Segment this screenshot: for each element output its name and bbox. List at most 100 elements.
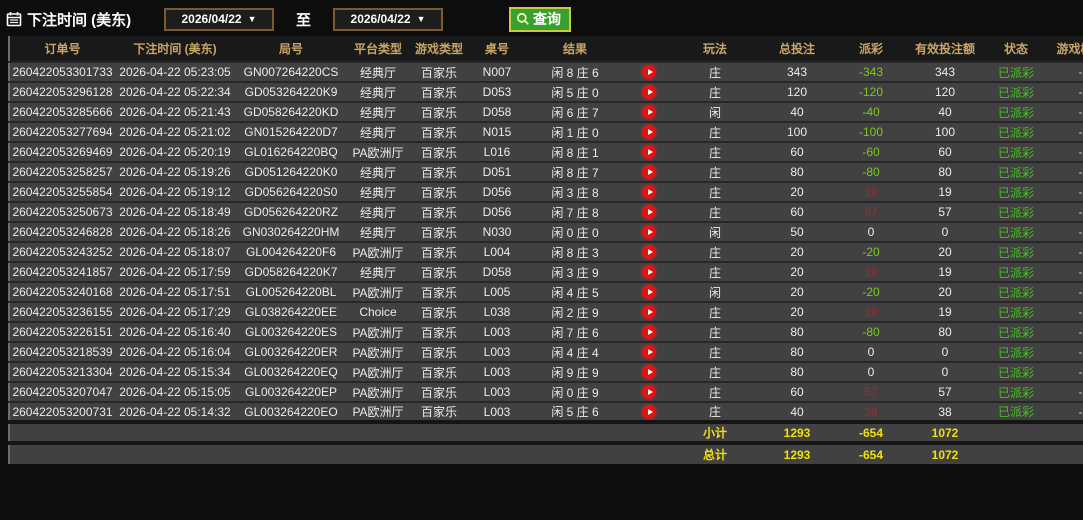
- replay-play-icon[interactable]: [642, 285, 656, 299]
- platform-cell: 经典厅: [347, 82, 409, 102]
- replay-play-icon[interactable]: [642, 265, 656, 279]
- replay-cell: [625, 202, 673, 222]
- bet-time-cell: 2026-04-22 05:16:04: [115, 342, 235, 362]
- replay-play-icon[interactable]: [642, 245, 656, 259]
- replay-play-icon[interactable]: [642, 305, 656, 319]
- bet-type-cell: 闲: [673, 102, 757, 122]
- to-label: 至: [296, 9, 311, 30]
- game-type-cell: 百家乐: [409, 182, 469, 202]
- betting-records-table: 订单号下注时间 (美东)局号平台类型游戏类型桌号结果玩法总投注派彩有效投注额状态…: [8, 36, 1083, 464]
- platform-cell: 经典厅: [347, 102, 409, 122]
- mode-cell: -: [1047, 62, 1083, 82]
- table-no-cell: D056: [469, 182, 525, 202]
- table-no-cell: N030: [469, 222, 525, 242]
- status-cell: 已派彩: [985, 162, 1047, 182]
- total-bet-cell: 20: [757, 262, 837, 282]
- column-header-result: 结果: [525, 36, 625, 62]
- replay-play-icon[interactable]: [642, 185, 656, 199]
- table-no-cell: D058: [469, 102, 525, 122]
- bet-type-cell: 庄: [673, 62, 757, 82]
- platform-cell: PA欧洲厅: [347, 282, 409, 302]
- status-cell: 已派彩: [985, 282, 1047, 302]
- replay-cell: [625, 362, 673, 382]
- filter-bar: 下注时间 (美东) 2026/04/22 ▼ 至 2026/04/22 ▼ 查询: [0, 0, 1083, 36]
- mode-cell: -: [1047, 102, 1083, 122]
- date-from-value: 2026/04/22: [182, 12, 242, 26]
- valid-bet-cell: 60: [905, 142, 985, 162]
- bet-type-cell: 庄: [673, 382, 757, 402]
- bet-time-cell: 2026-04-22 05:17:29: [115, 302, 235, 322]
- platform-cell: PA欧洲厅: [347, 242, 409, 262]
- total-payout: -654: [837, 443, 905, 464]
- game-type-cell: 百家乐: [409, 82, 469, 102]
- replay-cell: [625, 322, 673, 342]
- search-icon: [516, 12, 530, 26]
- round-id-cell: GL038264220EE: [235, 302, 347, 322]
- total-mode-spacer: [1047, 443, 1083, 464]
- payout-cell: -60: [837, 142, 905, 162]
- replay-play-icon[interactable]: [642, 385, 656, 399]
- round-id-cell: GL003264220ES: [235, 322, 347, 342]
- replay-play-icon[interactable]: [642, 205, 656, 219]
- status-cell: 已派彩: [985, 62, 1047, 82]
- game-type-cell: 百家乐: [409, 382, 469, 402]
- date-from-select[interactable]: 2026/04/22 ▼: [164, 8, 274, 31]
- date-to-select[interactable]: 2026/04/22 ▼: [333, 8, 443, 31]
- round-id-cell: GD053264220K9: [235, 82, 347, 102]
- replay-play-icon[interactable]: [642, 65, 656, 79]
- subtotal-row: 小计 1293 -654 1072: [9, 422, 1083, 443]
- replay-play-icon[interactable]: [642, 325, 656, 339]
- replay-play-icon[interactable]: [642, 225, 656, 239]
- mode-cell: -: [1047, 362, 1083, 382]
- bet-time-cell: 2026-04-22 05:14:32: [115, 402, 235, 422]
- bet-time-cell: 2026-04-22 05:17:59: [115, 262, 235, 282]
- subtotal-spacer: [9, 422, 673, 443]
- caret-down-icon: ▼: [417, 14, 426, 24]
- replay-play-icon[interactable]: [642, 85, 656, 99]
- valid-bet-cell: 38: [905, 402, 985, 422]
- table-row: 260422053241857 2026-04-22 05:17:59 GD05…: [9, 262, 1083, 282]
- total-bet-cell: 20: [757, 282, 837, 302]
- mode-cell: -: [1047, 122, 1083, 142]
- payout-cell: -100: [837, 122, 905, 142]
- total-spacer: [9, 443, 673, 464]
- mode-cell: -: [1047, 282, 1083, 302]
- table-row: 260422053240168 2026-04-22 05:17:51 GL00…: [9, 282, 1083, 302]
- table-no-cell: L016: [469, 142, 525, 162]
- replay-play-icon[interactable]: [642, 405, 656, 419]
- payout-cell: -80: [837, 322, 905, 342]
- game-type-cell: 百家乐: [409, 202, 469, 222]
- bet-type-cell: 庄: [673, 322, 757, 342]
- round-id-cell: GD056264220RZ: [235, 202, 347, 222]
- replay-play-icon[interactable]: [642, 145, 656, 159]
- column-header-table-no: 桌号: [469, 36, 525, 62]
- bet-type-cell: 庄: [673, 242, 757, 262]
- result-cell: 闲 5 庄 6: [525, 402, 625, 422]
- subtotal-status-spacer: [985, 422, 1047, 443]
- game-type-cell: 百家乐: [409, 342, 469, 362]
- mode-cell: -: [1047, 402, 1083, 422]
- table-no-cell: N015: [469, 122, 525, 142]
- replay-play-icon[interactable]: [642, 165, 656, 179]
- bet-type-cell: 闲: [673, 222, 757, 242]
- caret-down-icon: ▼: [248, 14, 257, 24]
- order-id-cell: 260422053246828: [9, 222, 115, 242]
- platform-cell: PA欧洲厅: [347, 342, 409, 362]
- replay-play-icon[interactable]: [642, 105, 656, 119]
- mode-cell: -: [1047, 342, 1083, 362]
- mode-cell: -: [1047, 262, 1083, 282]
- search-button[interactable]: 查询: [509, 7, 571, 32]
- replay-play-icon[interactable]: [642, 125, 656, 139]
- bet-time-filter-label: 下注时间 (美东): [27, 9, 131, 30]
- round-id-cell: GN030264220HM: [235, 222, 347, 242]
- status-cell: 已派彩: [985, 82, 1047, 102]
- order-id-cell: 260422053213304: [9, 362, 115, 382]
- mode-cell: -: [1047, 142, 1083, 162]
- replay-play-icon[interactable]: [642, 365, 656, 379]
- valid-bet-cell: 57: [905, 382, 985, 402]
- platform-cell: 经典厅: [347, 122, 409, 142]
- column-header-time: 下注时间 (美东): [115, 36, 235, 62]
- table-row: 260422053246828 2026-04-22 05:18:26 GN03…: [9, 222, 1083, 242]
- replay-play-icon[interactable]: [642, 345, 656, 359]
- table-row: 260422053243252 2026-04-22 05:18:07 GL00…: [9, 242, 1083, 262]
